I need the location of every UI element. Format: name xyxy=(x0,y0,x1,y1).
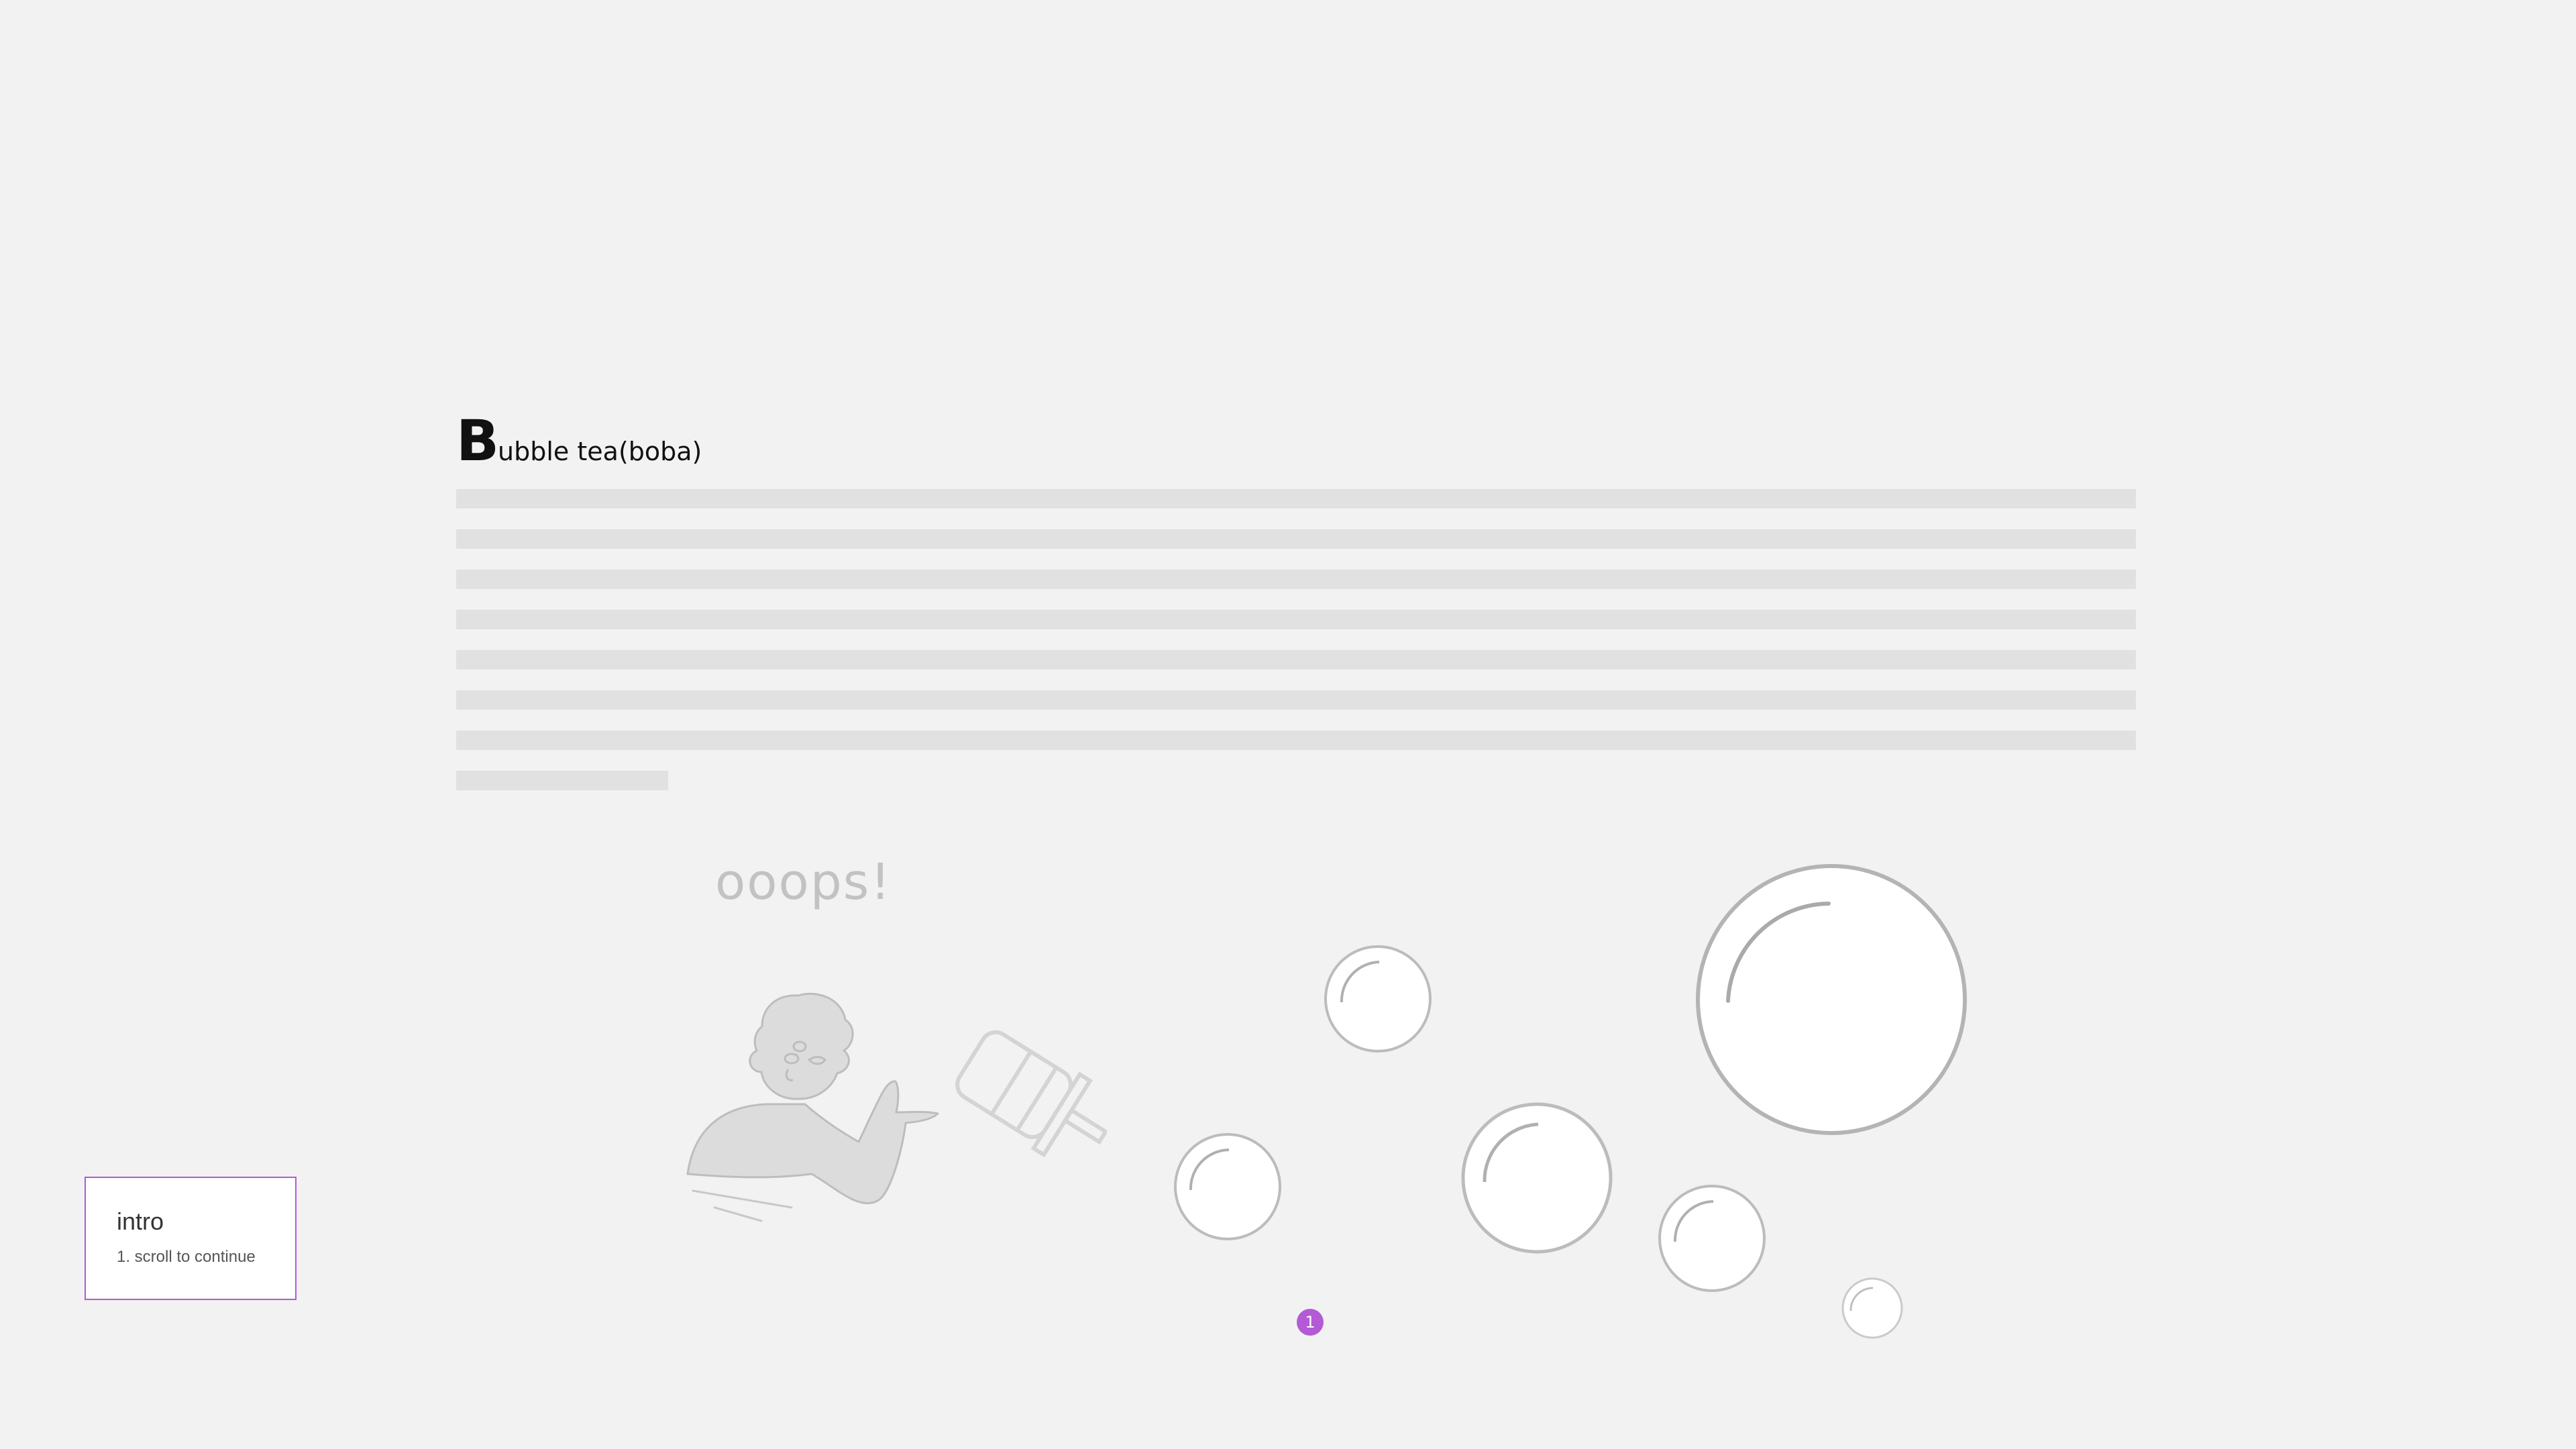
person-waving-icon xyxy=(686,992,939,1222)
placeholder-line xyxy=(456,529,2136,549)
bubble-icon xyxy=(1841,1277,1903,1339)
placeholder-line xyxy=(456,570,2136,589)
oops-caption: ooops! xyxy=(715,853,892,911)
intro-step-card: intro 1. scroll to continue xyxy=(85,1177,297,1300)
title-initial: B xyxy=(456,408,499,474)
placeholder-line xyxy=(456,731,2136,750)
bubble-icon xyxy=(1461,1102,1613,1254)
placeholder-line xyxy=(456,650,2136,669)
title-rest: ubble tea(boba) xyxy=(498,437,702,466)
tipped-bubble-tea-cup-icon xyxy=(955,1030,1107,1158)
bubble-icon xyxy=(1174,1133,1281,1240)
bubble-icon xyxy=(1324,945,1432,1053)
placeholder-line xyxy=(456,690,2136,710)
intro-card-instruction: 1. scroll to continue xyxy=(117,1248,256,1266)
bubble-icon xyxy=(1696,864,1967,1135)
intro-card-title: intro xyxy=(117,1208,164,1235)
bubble-field xyxy=(1174,864,1967,1339)
step-indicator-dot[interactable]: 1 xyxy=(1297,1309,1324,1336)
spill-illustration xyxy=(686,992,1107,1222)
placeholder-line-short xyxy=(456,771,668,790)
placeholder-line xyxy=(456,610,2136,629)
page-stage: Bubble tea(boba) ooops! 1 intro 1. scrol… xyxy=(0,0,2576,1449)
bubble-icon xyxy=(1658,1185,1766,1292)
placeholder-line xyxy=(456,489,2136,508)
article-title: Bubble tea(boba) xyxy=(456,408,702,474)
